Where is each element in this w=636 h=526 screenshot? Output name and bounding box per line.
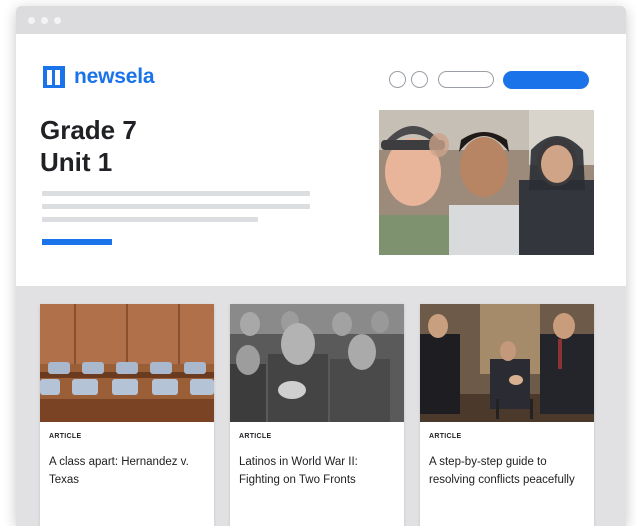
article-card[interactable]: ARTICLE Latinos in World War II: Fightin… — [230, 304, 404, 526]
courtroom-photo — [40, 304, 214, 422]
newsela-logo-icon — [42, 65, 66, 89]
outline-pill-button[interactable] — [438, 71, 494, 88]
card-title[interactable]: Latinos in World War II: Fighting on Two… — [239, 453, 399, 489]
window-dot[interactable] — [28, 17, 35, 24]
card-title[interactable]: A class apart: Hernandez v. Texas — [49, 453, 209, 489]
browser-window: newsela Grade 7 Unit 1 ARTICLE A class a… — [16, 6, 626, 526]
card-title[interactable]: A step-by-step guide to resolving confli… — [429, 453, 589, 489]
window-dot[interactable] — [54, 17, 61, 24]
logo-wordmark: newsela — [74, 65, 155, 88]
primary-pill-button[interactable] — [503, 71, 589, 89]
unit-header: newsela Grade 7 Unit 1 — [16, 34, 626, 286]
handshake-photo — [420, 304, 594, 422]
window-dot[interactable] — [41, 17, 48, 24]
soldiers-photo — [230, 304, 404, 422]
accent-underline — [42, 239, 112, 245]
circle-button[interactable] — [411, 71, 428, 88]
students-photo — [379, 110, 594, 255]
article-card[interactable]: ARTICLE A step-by-step guide to resolvin… — [420, 304, 594, 526]
newsela-logo[interactable]: newsela — [42, 64, 155, 90]
placeholder-text-line — [42, 204, 310, 209]
card-type-label: ARTICLE — [49, 433, 82, 440]
article-card[interactable]: ARTICLE A class apart: Hernandez v. Texa… — [40, 304, 214, 526]
article-card-row: ARTICLE A class apart: Hernandez v. Texa… — [40, 304, 610, 526]
placeholder-text-line — [42, 191, 310, 196]
circle-button[interactable] — [389, 71, 406, 88]
page-title: Grade 7 Unit 1 — [40, 114, 137, 178]
placeholder-text-line — [42, 217, 258, 222]
window-titlebar — [16, 6, 626, 34]
title-grade: Grade 7 — [40, 115, 137, 145]
card-type-label: ARTICLE — [429, 433, 462, 440]
card-type-label: ARTICLE — [239, 433, 272, 440]
title-unit: Unit 1 — [40, 147, 113, 177]
